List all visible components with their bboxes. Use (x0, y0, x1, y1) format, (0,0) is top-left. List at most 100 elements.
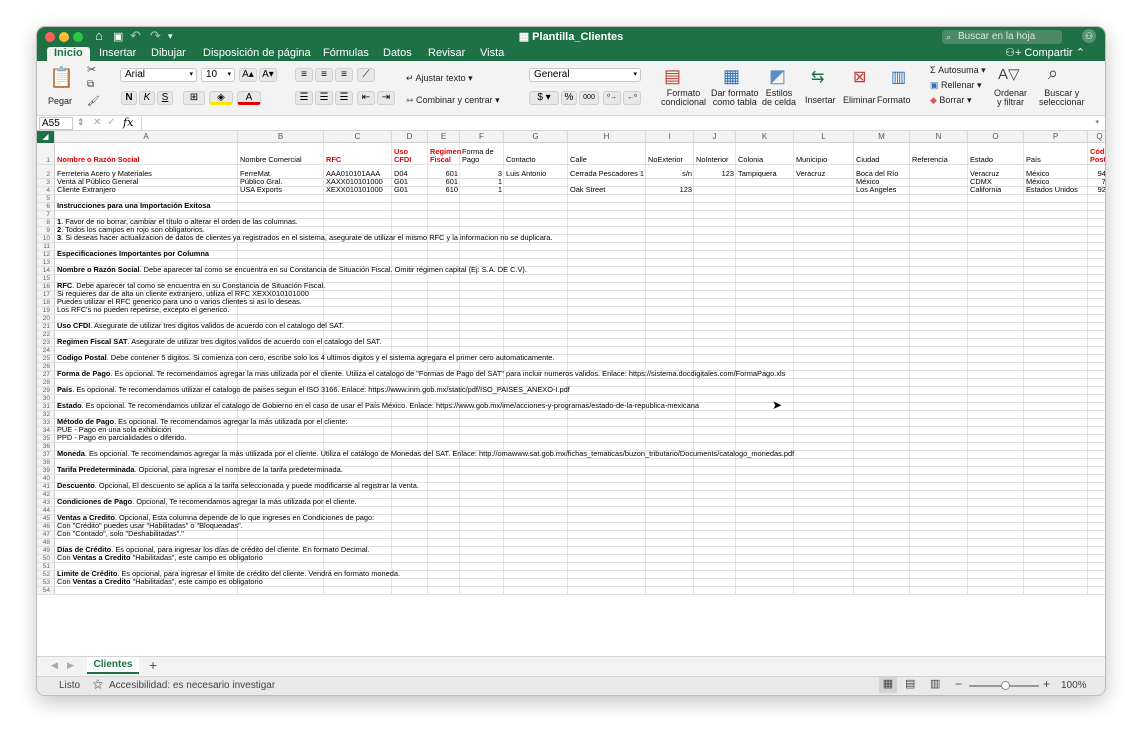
cell-o1[interactable]: Estado (968, 143, 1024, 164)
cell[interactable] (504, 307, 568, 314)
cell[interactable] (910, 411, 968, 418)
bold-button[interactable]: N (121, 91, 137, 105)
percent-button[interactable]: % (561, 91, 577, 105)
cell[interactable] (794, 283, 854, 290)
cell[interactable] (1088, 363, 1105, 370)
cell[interactable] (794, 315, 854, 322)
italic-button[interactable]: K (139, 91, 155, 105)
cell-c1[interactable]: RFC (324, 143, 392, 164)
format-table-icon[interactable]: ▦ (723, 66, 740, 87)
cell[interactable] (794, 507, 854, 514)
cell[interactable] (460, 315, 504, 322)
cell-a14[interactable]: Nombre o Razón Social. Debe aparecer tal… (55, 265, 529, 274)
cell[interactable] (854, 523, 910, 530)
cell[interactable] (1088, 539, 1105, 546)
row-number[interactable]: 36 (37, 443, 55, 450)
cell[interactable] (504, 331, 568, 338)
increase-decimal-button[interactable]: ⁰→ (603, 91, 621, 105)
cell[interactable] (794, 347, 854, 354)
column-header-l[interactable]: L (794, 131, 854, 143)
column-header-g[interactable]: G (504, 131, 568, 143)
cell[interactable] (854, 299, 910, 306)
column-header-b[interactable]: B (238, 131, 324, 143)
cell[interactable] (910, 587, 968, 594)
cell[interactable] (910, 579, 968, 586)
cell[interactable] (694, 339, 736, 346)
cell-j2[interactable]: 123 (694, 165, 736, 178)
cell[interactable] (910, 483, 968, 490)
cell[interactable] (736, 403, 794, 410)
cell[interactable] (238, 203, 324, 210)
cell[interactable] (504, 179, 568, 186)
cell[interactable] (854, 267, 910, 274)
cell[interactable] (392, 283, 428, 290)
cell[interactable] (504, 283, 568, 290)
column-header-c[interactable]: C (324, 131, 392, 143)
cell-a10[interactable]: 3. Si deseas hacer actualizacion de dato… (55, 233, 554, 242)
row-number[interactable]: 8 (37, 219, 55, 226)
cell[interactable] (324, 203, 392, 210)
cell[interactable] (1024, 459, 1088, 466)
cell[interactable] (968, 507, 1024, 514)
cell[interactable] (794, 515, 854, 522)
cell[interactable] (428, 299, 460, 306)
cell[interactable] (392, 211, 428, 218)
cell[interactable] (392, 587, 428, 594)
cell[interactable] (324, 251, 392, 258)
cell[interactable] (568, 227, 646, 234)
row-number[interactable]: 53 (37, 579, 55, 586)
cell[interactable] (1088, 339, 1105, 346)
cell[interactable] (854, 355, 910, 362)
cell-a50[interactable]: Con Ventas a Credito "Habilitadas", este… (55, 553, 265, 562)
cell[interactable] (736, 291, 794, 298)
cell[interactable] (694, 275, 736, 282)
cell[interactable] (910, 219, 968, 226)
cell[interactable] (1088, 435, 1105, 442)
cell[interactable] (910, 195, 968, 202)
cell[interactable] (392, 299, 428, 306)
cell[interactable] (646, 419, 694, 426)
cell[interactable] (428, 427, 460, 434)
copy-icon[interactable]: ⧉ (87, 79, 94, 90)
cell-i2[interactable]: s/n (646, 165, 694, 178)
cell[interactable] (1088, 203, 1105, 210)
cell[interactable] (694, 283, 736, 290)
cell[interactable] (392, 515, 428, 522)
cell[interactable] (646, 475, 694, 482)
cell[interactable] (736, 483, 794, 490)
cell-a19[interactable]: Los RFC's no pueden repetirse, excepto e… (55, 305, 231, 314)
cell[interactable] (910, 259, 968, 266)
worksheet-grid[interactable]: ◢ ABCDEFGHIJKLMNOPQ 1 Nombre o Razón Soci… (37, 131, 1105, 656)
cell[interactable] (968, 419, 1024, 426)
cell[interactable] (1088, 371, 1105, 378)
cell[interactable] (794, 251, 854, 258)
cell[interactable] (504, 243, 568, 250)
cell[interactable] (646, 299, 694, 306)
row-number[interactable]: 26 (37, 363, 55, 370)
cell[interactable] (568, 579, 646, 586)
cell[interactable] (968, 563, 1024, 570)
find-icon[interactable]: ⌕ (1048, 63, 1058, 84)
cell[interactable] (736, 355, 794, 362)
cell[interactable] (504, 251, 568, 258)
cell[interactable] (694, 251, 736, 258)
row-number[interactable]: 38 (37, 459, 55, 466)
cell[interactable] (694, 435, 736, 442)
next-sheet-icon[interactable]: ▶ (67, 660, 74, 671)
cell[interactable] (646, 507, 694, 514)
cell[interactable] (694, 475, 736, 482)
cell[interactable] (1024, 219, 1088, 226)
cell[interactable] (968, 459, 1024, 466)
cell[interactable] (646, 515, 694, 522)
cell[interactable] (854, 587, 910, 594)
cell[interactable] (910, 339, 968, 346)
cell-e4[interactable]: 610 (428, 185, 460, 194)
column-header-k[interactable]: K (736, 131, 794, 143)
cell-p4[interactable]: Estados Unidos (1024, 185, 1088, 194)
cell[interactable] (324, 523, 392, 530)
cell[interactable] (968, 227, 1024, 234)
cell-a41[interactable]: Descuento. Opcional, El descuento se apl… (55, 481, 421, 490)
cell[interactable] (568, 411, 646, 418)
cell[interactable] (736, 227, 794, 234)
cell[interactable] (504, 219, 568, 226)
